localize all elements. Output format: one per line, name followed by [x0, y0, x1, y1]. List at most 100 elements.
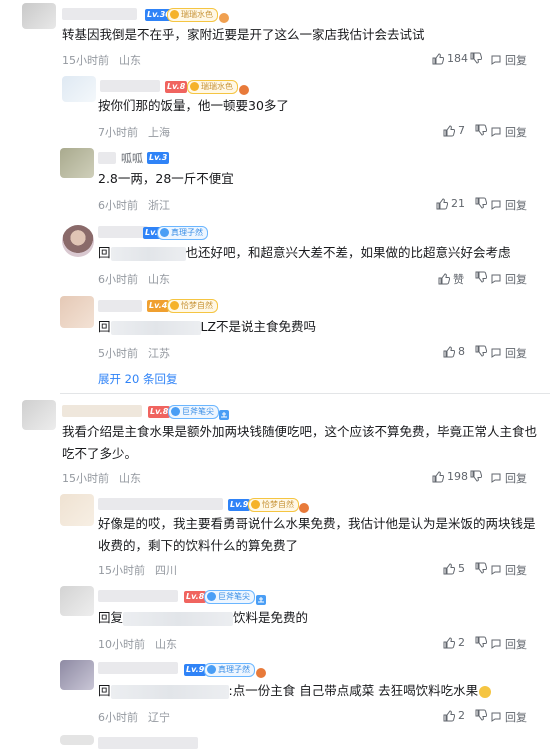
thumbs-up-icon [443, 636, 455, 648]
fan-medal[interactable]: 真理子然 [204, 663, 255, 677]
avatar[interactable] [60, 296, 94, 328]
comment-meta: 6小时前 浙江 [98, 197, 170, 213]
reply-button[interactable]: 回复 [490, 197, 527, 213]
like-button[interactable]: 8 [443, 345, 465, 358]
avatar[interactable] [60, 660, 94, 690]
expand-replies-link[interactable]: 展开 20 条回复 [98, 371, 177, 387]
comment-location: 辽宁 [148, 711, 170, 724]
reply-button[interactable]: 回复 [490, 345, 527, 361]
fan-medal[interactable]: 瑞瑞水色 [167, 8, 218, 22]
username-blurred[interactable] [98, 498, 223, 510]
comment-time: 6小时前 [98, 199, 138, 212]
dislike-button[interactable] [475, 709, 487, 721]
comment-time: 5小时前 [98, 347, 138, 360]
level-badge: Lv.8 [148, 406, 171, 418]
reply-prefix: 回 [98, 245, 111, 260]
comment-text: 2.8一两，28一斤不便宜 [98, 171, 234, 186]
dislike-button[interactable] [475, 271, 487, 283]
comment-meta: 7小时前 上海 [98, 124, 170, 140]
comment-meta: 6小时前 山东 [98, 271, 170, 287]
comment-time: 15小时前 [62, 472, 109, 485]
avatar[interactable] [62, 76, 96, 102]
dislike-button[interactable] [470, 52, 482, 64]
username-blurred[interactable] [98, 662, 178, 674]
username-blurred[interactable] [98, 300, 142, 312]
avatar[interactable] [62, 225, 94, 257]
comment-time: 15小时前 [98, 564, 145, 577]
like-button[interactable]: 5 [443, 562, 465, 575]
avatar[interactable] [22, 400, 56, 430]
dislike-button[interactable] [475, 636, 487, 648]
thumbs-up-icon [443, 124, 455, 136]
reply-icon [491, 712, 501, 722]
username-blurred[interactable] [98, 737, 198, 749]
like-button[interactable]: 198 [432, 470, 468, 483]
thumbs-down-icon [475, 562, 487, 574]
avatar[interactable] [60, 735, 94, 745]
fan-medal[interactable]: 巨斧笔尖 [168, 405, 219, 419]
reply-body: 也还好吧，和超意兴大差不差，如果做的比超意兴好会考虑 [185, 245, 511, 260]
reply-button[interactable]: 回复 [490, 271, 527, 287]
balance-icon [218, 406, 230, 420]
thumbs-up-icon [443, 345, 455, 357]
comment-location: 山东 [148, 273, 170, 286]
mention-blurred[interactable] [110, 320, 201, 335]
fan-medal[interactable]: 恰梦自然 [167, 299, 218, 313]
level-badge: Lv.8 [184, 591, 207, 603]
username-blurred[interactable] [62, 405, 142, 417]
comment-time: 15小时前 [62, 54, 109, 67]
avatar[interactable] [60, 586, 94, 616]
comment-time: 7小时前 [98, 126, 138, 139]
thumbs-down-icon [475, 271, 487, 283]
like-button[interactable]: 赞 [438, 271, 464, 287]
reply-button[interactable]: 回复 [490, 124, 527, 140]
reply-button[interactable]: 回复 [490, 636, 527, 652]
like-button[interactable]: 184 [432, 52, 468, 65]
username-blurred[interactable] [100, 80, 160, 92]
dislike-button[interactable] [475, 197, 487, 209]
comment-text: 转基因我倒是不在乎，家附近要是开了这么一家店我估计会去试试 [62, 27, 425, 42]
dislike-button[interactable] [475, 562, 487, 574]
mention-blurred[interactable] [110, 684, 229, 699]
username-blurred[interactable] [98, 226, 148, 238]
mention-blurred[interactable] [110, 246, 186, 261]
like-count: 赞 [453, 273, 464, 286]
username-blurred[interactable] [98, 590, 178, 602]
username-blurred[interactable] [98, 152, 116, 164]
comment-location: 浙江 [148, 199, 170, 212]
reply-button[interactable]: 回复 [490, 52, 527, 68]
fan-medal[interactable]: 巨斧笔尖 [204, 590, 255, 604]
comment-meta: 6小时前 辽宁 [98, 709, 170, 725]
like-button[interactable]: 7 [443, 124, 465, 137]
fan-medal[interactable]: 真理子然 [157, 226, 208, 240]
like-button[interactable]: 21 [436, 197, 465, 210]
fan-medal[interactable]: 瑞瑞水色 [187, 80, 238, 94]
like-button[interactable]: 2 [443, 709, 465, 722]
comment-text: 回 LZ不是说主食免费吗 [98, 316, 316, 338]
dislike-button[interactable] [475, 124, 487, 136]
balance-icon [255, 591, 267, 605]
decoration-icon [255, 664, 267, 678]
like-count: 2 [458, 636, 465, 649]
avatar[interactable] [60, 148, 94, 178]
comment-text: 回复 饮料是免费的 [98, 607, 308, 629]
dislike-button[interactable] [470, 470, 482, 482]
mention-blurred[interactable] [123, 611, 234, 626]
dislike-button[interactable] [475, 345, 487, 357]
reply-icon [491, 348, 501, 358]
reply-button[interactable]: 回复 [490, 709, 527, 725]
comment-location: 上海 [148, 126, 170, 139]
fan-medal[interactable]: 恰梦自然 [248, 498, 299, 512]
like-count: 21 [451, 197, 465, 210]
username[interactable]: 呱呱 [121, 150, 143, 166]
avatar[interactable] [22, 3, 56, 29]
reply-button[interactable]: 回复 [490, 470, 527, 486]
reply-button[interactable]: 回复 [490, 562, 527, 578]
username-blurred[interactable] [62, 8, 137, 20]
avatar[interactable] [60, 494, 94, 526]
like-button[interactable]: 2 [443, 636, 465, 649]
reply-icon [491, 55, 501, 65]
reply-icon [491, 127, 501, 137]
thumbs-up-icon [438, 273, 450, 285]
comment-text: 我看介绍是主食水果是额外加两块钱随便吃吧，这个应该不算免费，毕竟正常人主食也吃不… [62, 424, 538, 461]
